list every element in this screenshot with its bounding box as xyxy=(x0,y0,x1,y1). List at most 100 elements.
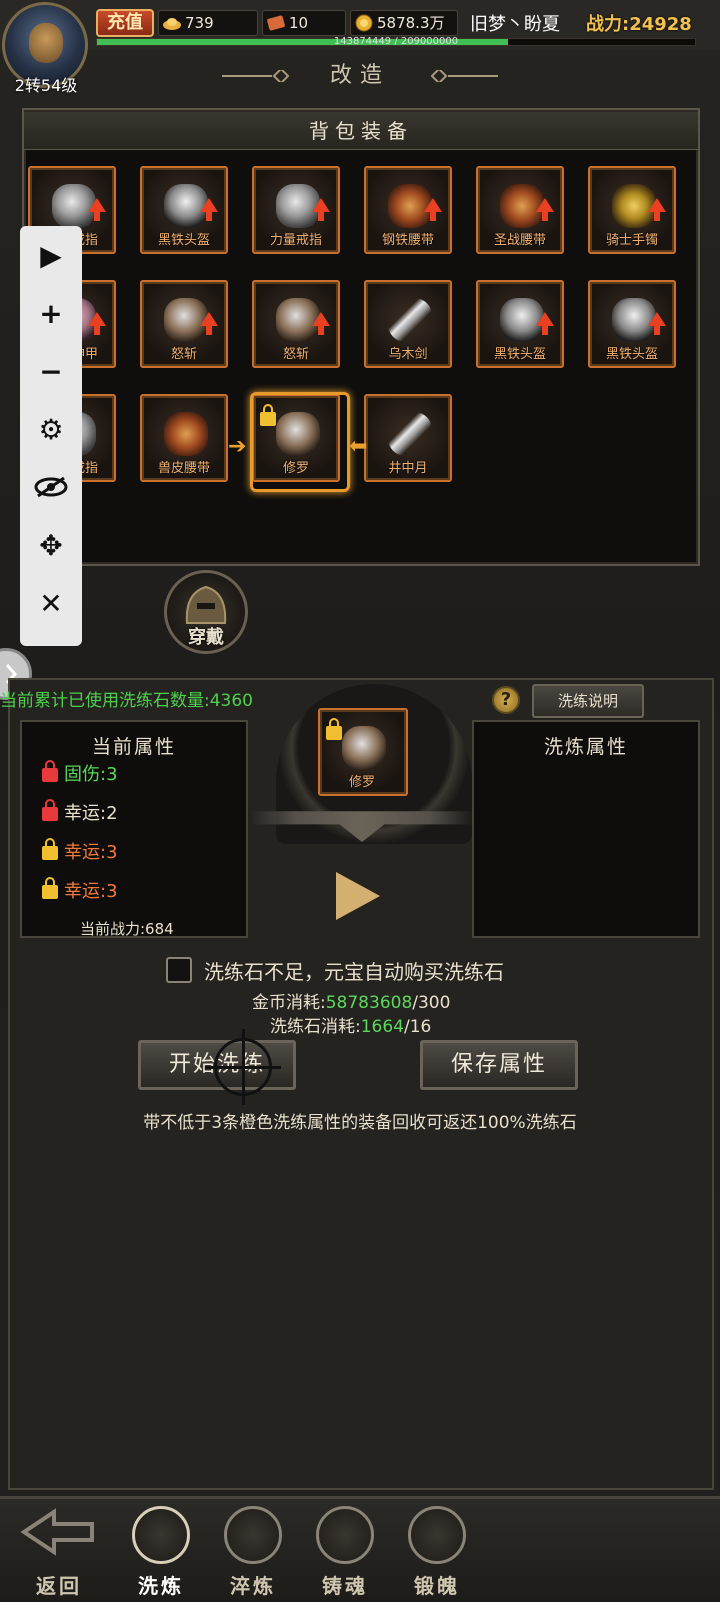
lock-icon xyxy=(326,718,342,740)
exp-text: 143874449 / 209000000 xyxy=(333,36,459,47)
move-icon[interactable]: ✥ xyxy=(20,520,82,570)
used-stones-label: 当前累计已使用洗练石数量: xyxy=(0,691,210,711)
lock-icon[interactable] xyxy=(42,760,58,782)
back-arrow-icon xyxy=(20,1508,94,1556)
title-ornament-right xyxy=(430,70,498,82)
page-title: 改造 xyxy=(329,63,390,88)
current-attribute: 固伤:3 xyxy=(42,760,118,786)
nav-soul-cast-label: 铸魂 xyxy=(322,1574,368,1598)
refine-target-slot[interactable]: 修罗 xyxy=(318,708,408,796)
bag-item-slot[interactable]: 乌木剑 xyxy=(364,280,452,368)
current-attribute: 幸运:2 xyxy=(42,799,118,825)
lock-icon[interactable] xyxy=(42,838,58,860)
stone-cost: 洗练石消耗:1664/16 xyxy=(270,1012,431,1037)
lock-icon[interactable] xyxy=(42,799,58,821)
gold-cost: 金币消耗:58783608/300 xyxy=(252,988,450,1013)
upgrade-arrow-icon xyxy=(312,312,330,335)
close-icon[interactable]: ✕ xyxy=(20,578,82,628)
zoom-in-icon[interactable]: + xyxy=(20,288,82,338)
save-attributes-button[interactable]: 保存属性 xyxy=(420,1040,578,1090)
sword-icon xyxy=(388,412,432,456)
bag-item-name: 乌木剑 xyxy=(388,347,428,362)
upgrade-arrow-icon xyxy=(536,312,554,335)
bag-item-slot[interactable]: 井中月 xyxy=(364,394,452,482)
wear-button[interactable]: 穿戴 xyxy=(164,570,248,654)
gold-counter: 5878.3万 xyxy=(350,10,458,36)
crosshair-cursor xyxy=(205,1029,281,1105)
bag-item-slot[interactable]: 力量戒指 xyxy=(252,166,340,254)
current-attributes-box: 当前属性 固伤:3 幸运:2 幸运:3 幸运:3 xyxy=(20,720,248,938)
bag-item-name: 圣战腰带 xyxy=(493,233,546,248)
used-stones-value: 4360 xyxy=(209,691,253,711)
nav-refine-label: 洗炼 xyxy=(138,1574,184,1598)
nav-refine[interactable]: 洗炼 xyxy=(116,1500,206,1600)
upgrade-arrow-icon xyxy=(312,198,330,221)
nav-demon-forge-label: 锻魄 xyxy=(414,1574,460,1598)
recycle-tip: 带不低于3条橙色洗练属性的装备回收可返还100%洗练石 xyxy=(143,1113,577,1133)
bag-title: 背包装备 xyxy=(24,112,698,150)
bag-item-slot[interactable]: 怒斩 xyxy=(140,280,228,368)
refine-attributes-title: 洗炼属性 xyxy=(543,736,628,758)
settings-icon[interactable]: ⚙ xyxy=(20,404,82,454)
hide-icon[interactable] xyxy=(20,462,82,512)
recharge-button[interactable]: 充值 xyxy=(96,9,154,37)
bag-item-name: 骑士手镯 xyxy=(605,233,658,248)
ingot-icon xyxy=(162,14,182,32)
lock-icon[interactable] xyxy=(42,877,58,899)
bag-item-slot[interactable]: 黑铁头盔 xyxy=(588,280,676,368)
refine-explain-button[interactable]: 洗练说明 xyxy=(532,684,644,718)
coupon-counter: 10 xyxy=(262,10,346,36)
gold-coin-icon xyxy=(354,14,374,32)
stone-cost-need: /16 xyxy=(404,1017,432,1037)
demon-forge-icon xyxy=(408,1506,466,1564)
coupon-icon xyxy=(266,14,286,32)
ingot-counter: 739 xyxy=(158,10,258,36)
bag-item-name: 黑铁头盔 xyxy=(605,347,658,362)
gold-cost-have: 58783608 xyxy=(325,993,413,1013)
player-level: 2转54级 xyxy=(14,76,78,95)
forward-arrow-icon xyxy=(336,872,380,920)
belt-icon xyxy=(164,412,208,456)
bag-item-name: 兽皮腰带 xyxy=(157,461,210,476)
coupon-value: 10 xyxy=(289,14,309,32)
upgrade-arrow-icon xyxy=(88,198,106,221)
arrow-left-icon: ⬅ xyxy=(349,434,368,459)
bag-item-slot[interactable]: 圣战腰带 xyxy=(476,166,564,254)
current-attribute: 幸运:3 xyxy=(42,838,118,864)
bag-item-slot[interactable]: 黑铁头盔 xyxy=(140,166,228,254)
bag-item-name: 钢铁腰带 xyxy=(381,233,434,248)
bag-item-slot[interactable]: 怒斩 xyxy=(252,280,340,368)
nav-demon-forge[interactable]: 锻魄 xyxy=(392,1500,482,1600)
help-button[interactable]: ? xyxy=(492,686,520,714)
wear-label: 穿戴 xyxy=(188,627,224,648)
bag-item-slot[interactable]: 黑铁头盔 xyxy=(476,280,564,368)
bag-item-slot[interactable]: 骑士手镯 xyxy=(588,166,676,254)
bag-item-name: 力量戒指 xyxy=(269,233,322,248)
ingot-value: 739 xyxy=(185,14,214,32)
helmet-icon xyxy=(185,585,227,624)
floating-toolbar: ▶ + − ⚙ ✥ ✕ xyxy=(20,226,82,646)
upgrade-arrow-icon xyxy=(200,312,218,335)
nav-temper[interactable]: 淬炼 xyxy=(208,1500,298,1600)
upgrade-arrow-icon xyxy=(648,198,666,221)
upgrade-arrow-icon xyxy=(200,198,218,221)
auto-buy-checkbox[interactable] xyxy=(166,957,192,983)
attribute-text: 幸运:2 xyxy=(64,803,118,824)
attribute-text: 固伤:3 xyxy=(64,764,118,785)
bag-item-slot[interactable]: 兽皮腰带 xyxy=(140,394,228,482)
gold-value: 5878.3万 xyxy=(377,14,445,32)
bag-item-slot[interactable]: 钢铁腰带 xyxy=(364,166,452,254)
bag-item-name: 黑铁头盔 xyxy=(157,233,210,248)
stone-cost-label: 洗练石消耗: xyxy=(270,1017,361,1037)
nav-soul-cast[interactable]: 铸魂 xyxy=(300,1500,390,1600)
upgrade-arrow-icon xyxy=(536,198,554,221)
play-icon[interactable]: ▶ xyxy=(20,230,82,280)
nav-back[interactable]: 返回 xyxy=(14,1500,104,1600)
zoom-out-icon[interactable]: − xyxy=(20,346,82,396)
soul-cast-icon xyxy=(316,1506,374,1564)
combat-power: 战力:24928 xyxy=(586,14,692,35)
refine-attributes-box: 洗炼属性 xyxy=(472,720,700,938)
attribute-text: 幸运:3 xyxy=(64,842,118,863)
upgrade-arrow-icon xyxy=(648,312,666,335)
attribute-text: 幸运:3 xyxy=(64,881,118,902)
